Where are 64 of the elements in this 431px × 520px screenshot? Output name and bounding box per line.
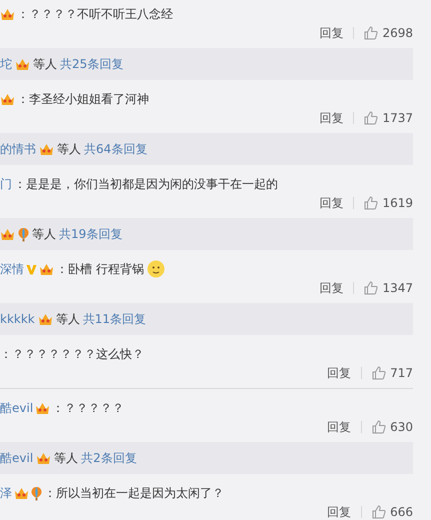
user-name[interactable]: 坨: [0, 56, 12, 72]
reply-count-link[interactable]: 共2条回复: [81, 450, 137, 466]
others-label: 等人: [33, 56, 57, 72]
reply-summary-bar[interactable]: 酷evil 等人 共2条回复: [0, 442, 413, 474]
others-label: 等人: [57, 140, 81, 158]
user-name[interactable]: 酷evil: [0, 400, 34, 416]
comment-text: ：是是是，你们当初都是因为闲的没事干在一起的: [14, 176, 278, 192]
thumbs-up-icon: [372, 420, 386, 434]
others-label: 等人: [56, 310, 80, 328]
crown-badge-icon: [14, 486, 29, 500]
like-button[interactable]: 2698: [364, 26, 413, 40]
like-button[interactable]: 1737: [364, 111, 413, 125]
crown-badge-icon: [39, 262, 54, 276]
like-button[interactable]: 630: [372, 420, 413, 434]
crown-badge-icon: [0, 8, 15, 20]
reply-link[interactable]: 回复: [319, 194, 344, 212]
reply-summary-bar[interactable]: 坨 等人 共25条回复: [0, 48, 413, 80]
reply-link[interactable]: 回复: [319, 110, 344, 126]
crown-badge-icon: [38, 312, 53, 326]
like-button[interactable]: 1347: [364, 281, 413, 295]
reply-count-link[interactable]: 共19条回复: [59, 226, 122, 242]
crown-badge-icon: [0, 92, 15, 106]
thumbs-up-icon: [364, 26, 378, 40]
reply-count-link[interactable]: 共25条回复: [60, 56, 124, 72]
comment-text: ：李圣经小姐姐看了河神: [17, 90, 149, 108]
reply-link[interactable]: 回复: [319, 24, 344, 42]
comment-text: ：卧槽 行程背锅: [56, 260, 144, 278]
reply-link[interactable]: 回复: [327, 418, 352, 436]
comment-text: ：？？？？？: [52, 400, 124, 416]
comment-text: ：？？？？？？？这么快？: [0, 346, 144, 362]
thumbs-up-icon: [364, 196, 378, 210]
reply-count-link[interactable]: 共64条回复: [84, 140, 148, 158]
reply-summary-bar[interactable]: 等人 共19条回复: [0, 218, 413, 250]
others-label: 等人: [32, 226, 56, 242]
user-name[interactable]: kkkkk: [0, 312, 35, 326]
thumbs-up-icon: [372, 505, 386, 519]
crown-badge-icon: [39, 142, 54, 156]
crown-badge-icon: [0, 228, 15, 240]
comment-text: ：？？？？不听不听王八念经: [17, 6, 173, 22]
others-label: 等人: [54, 450, 78, 466]
crown-badge-icon: [35, 402, 50, 414]
reply-summary-bar[interactable]: 的情书 等人 共64条回复: [0, 133, 413, 165]
reply-link[interactable]: 回复: [319, 280, 344, 296]
user-name[interactable]: 酷evil: [0, 450, 34, 466]
crown-badge-icon: [36, 452, 52, 464]
thumbs-up-icon: [364, 281, 378, 295]
balloon-icon: [31, 486, 42, 500]
reply-count-link[interactable]: 共11条回复: [82, 310, 146, 328]
reply-summary-bar[interactable]: kkkkk 等人 共11条回复: [0, 303, 413, 335]
comment-text: ：所以当初在一起是因为太闲了？: [44, 484, 224, 502]
reply-link[interactable]: 回复: [327, 364, 352, 382]
like-button[interactable]: 1619: [364, 196, 413, 210]
verified-v-icon: [26, 264, 37, 274]
like-button[interactable]: 717: [372, 366, 413, 380]
thumbs-up-icon: [364, 111, 378, 125]
crown-badge-icon: [15, 58, 30, 70]
thumbs-up-icon: [372, 366, 386, 380]
like-button[interactable]: 666: [372, 505, 413, 519]
reply-link[interactable]: 回复: [327, 504, 352, 520]
user-name[interactable]: 的情书: [0, 140, 36, 158]
user-name[interactable]: 门: [0, 176, 12, 192]
balloon-icon: [18, 226, 29, 242]
user-name[interactable]: 深情: [0, 260, 24, 278]
user-name[interactable]: 泽: [0, 484, 12, 502]
